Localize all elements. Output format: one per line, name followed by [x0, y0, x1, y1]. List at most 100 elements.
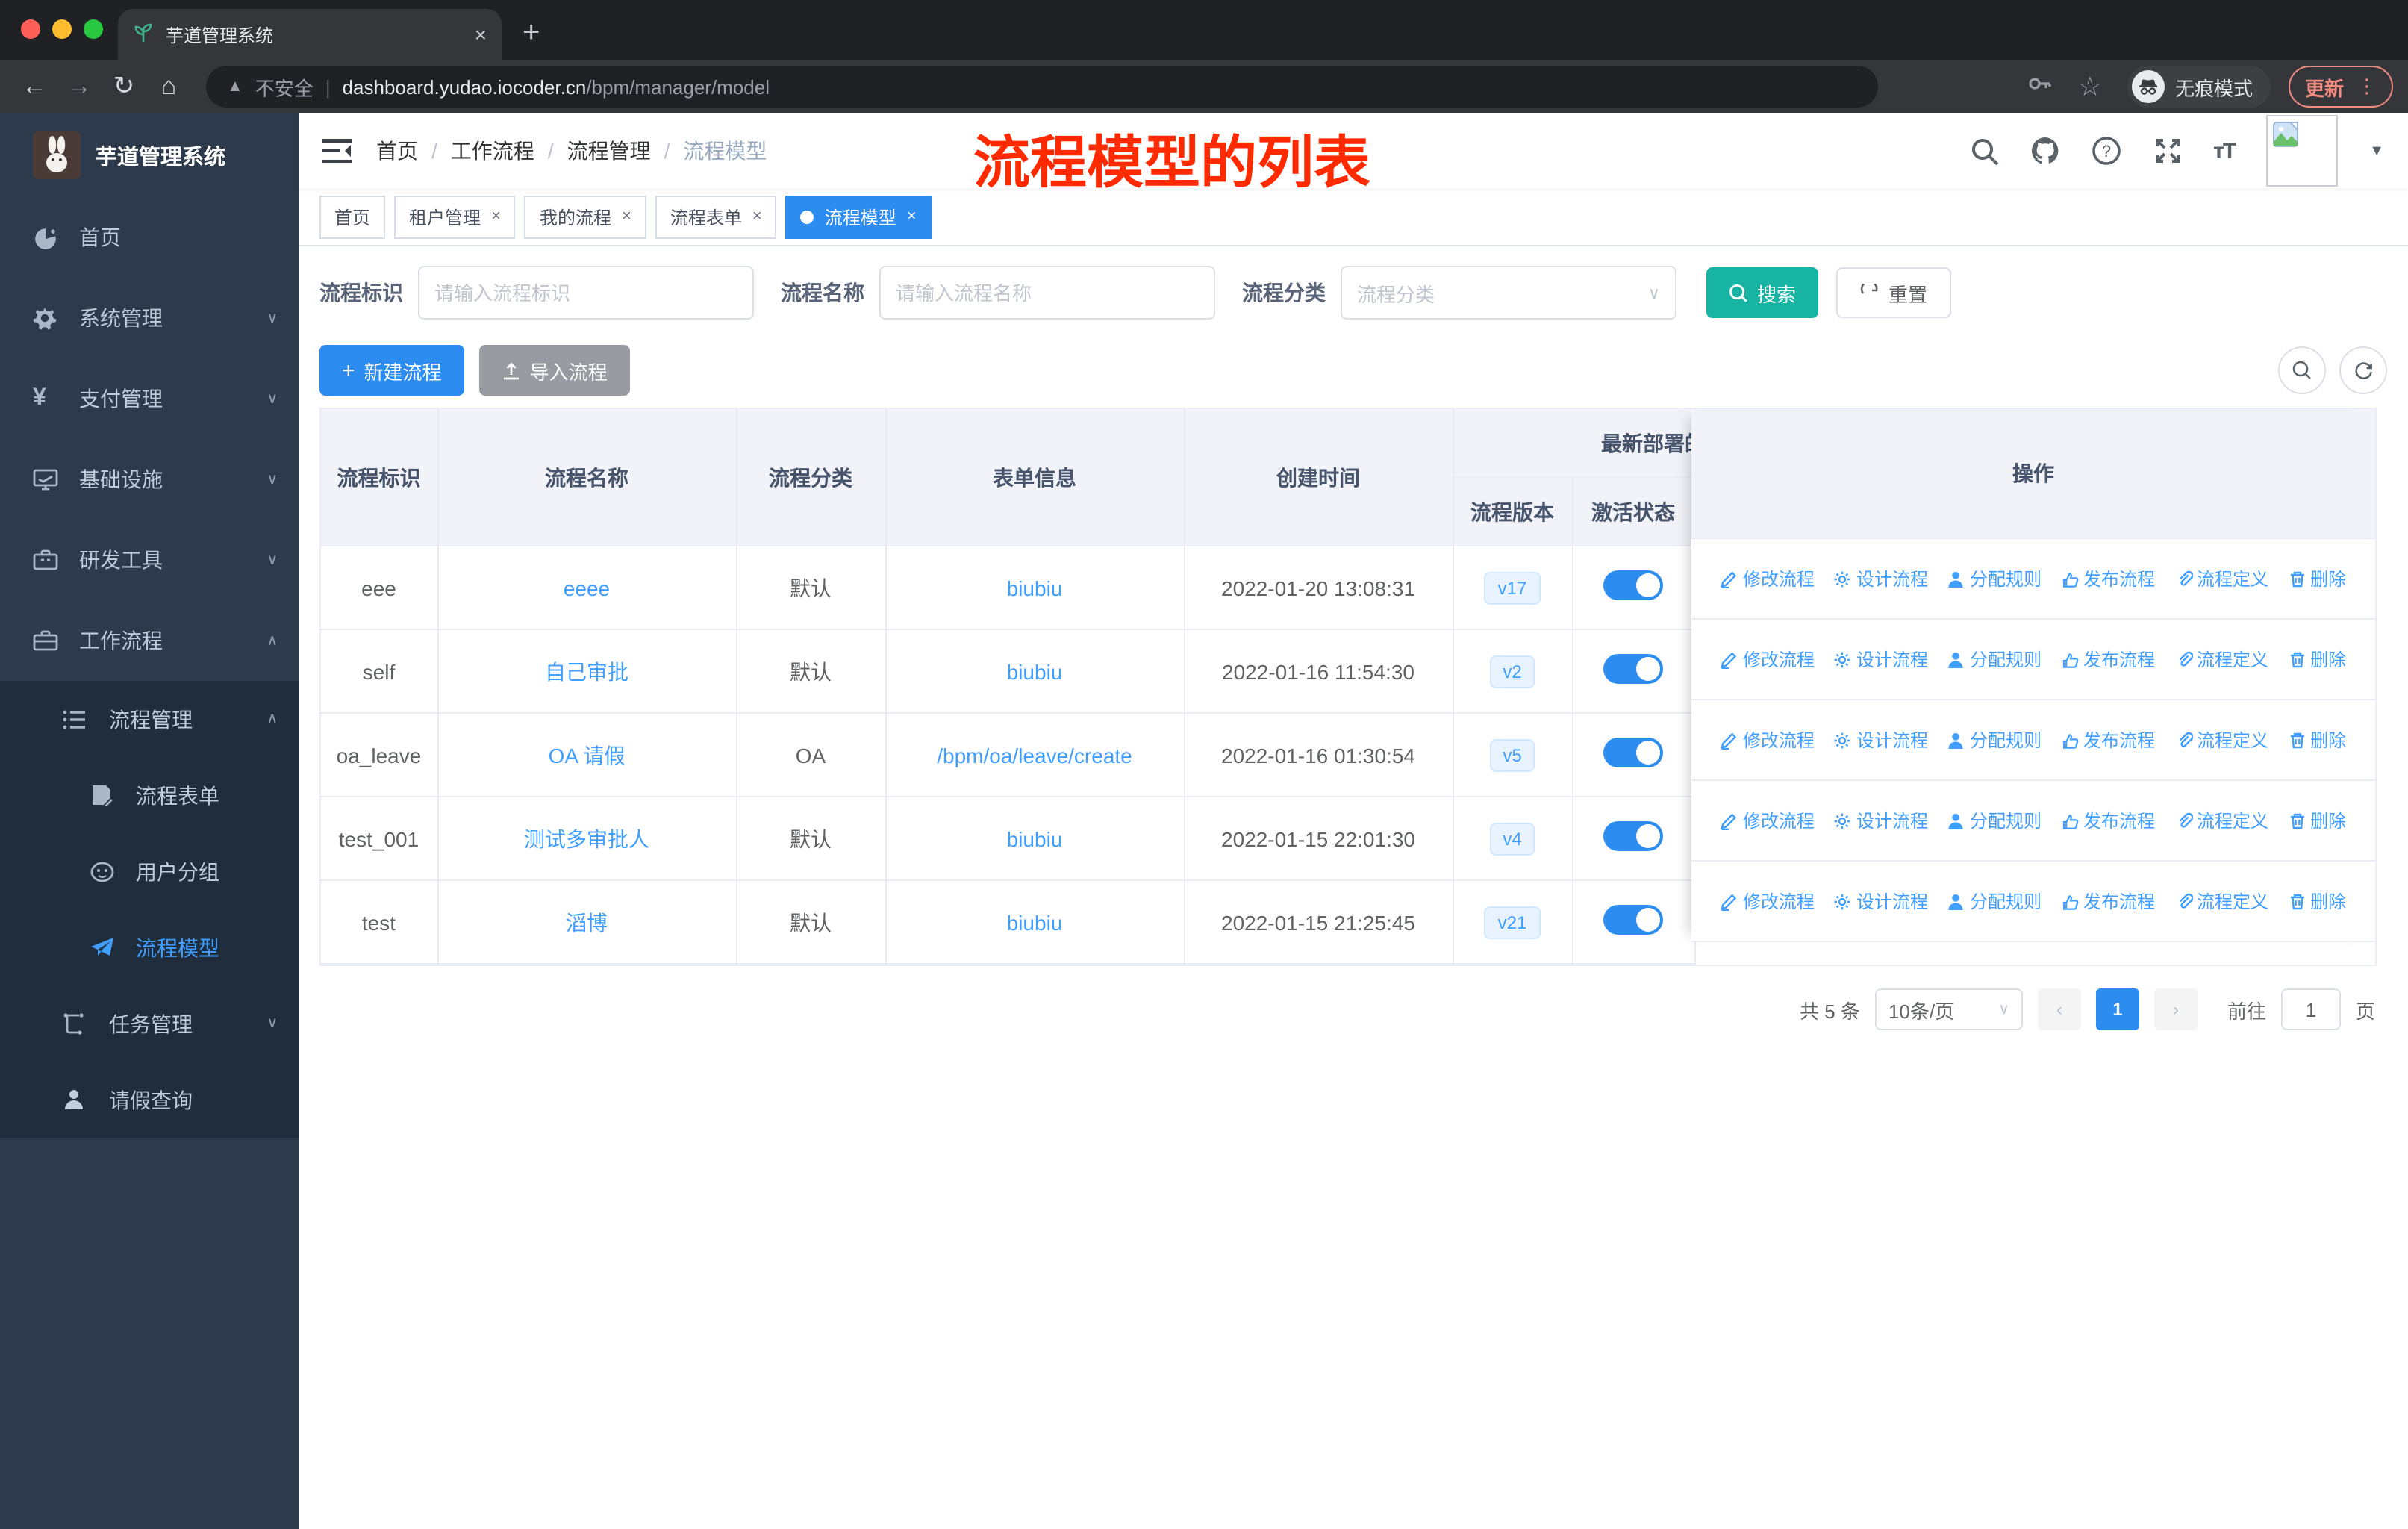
sidebar-item-payment[interactable]: ¥ 支付管理 ∨ [0, 358, 299, 439]
publish-process-link[interactable]: 发布流程 [2061, 888, 2155, 914]
reset-button[interactable]: 重置 [1836, 267, 1952, 318]
edit-process-link[interactable]: 修改流程 [1721, 647, 1815, 672]
github-icon[interactable] [2030, 136, 2059, 166]
page-size-select[interactable]: 10条/页 ∨ [1874, 988, 2023, 1030]
edit-process-link[interactable]: 修改流程 [1721, 808, 1815, 833]
process-name-link[interactable]: OA 请假 [549, 743, 626, 767]
tag-tenant[interactable]: 租户管理 × [394, 195, 516, 238]
delete-link[interactable]: 删除 [2288, 888, 2346, 914]
design-process-link[interactable]: 设计流程 [1834, 808, 1928, 833]
tag-process-model-active[interactable]: 流程模型 × [785, 195, 932, 238]
tag-close-icon[interactable]: × [491, 208, 501, 225]
assign-rule-link[interactable]: 分配规则 [1947, 888, 2042, 914]
assign-rule-link[interactable]: 分配规则 [1947, 566, 2042, 591]
address-bar[interactable]: ▲ 不安全 | dashboard.yudao.iocoder.cn/bpm/m… [206, 66, 1878, 108]
reload-icon[interactable]: ↻ [105, 72, 143, 102]
breadcrumb-item[interactable]: 流程管理 [567, 136, 651, 166]
tag-close-icon[interactable]: × [752, 208, 762, 225]
prev-page-button[interactable]: ‹ [2037, 988, 2081, 1030]
window-controls[interactable] [21, 19, 103, 39]
sidebar-item-workflow[interactable]: 工作流程 ∧ [0, 600, 299, 681]
sidebar-item-leave-query[interactable]: 请假查询 [0, 1062, 299, 1138]
page-1-button[interactable]: 1 [2095, 988, 2139, 1030]
form-info-link[interactable]: biubiu [1007, 826, 1063, 850]
search-icon[interactable] [1970, 137, 1998, 165]
browser-tab[interactable]: 芋道管理系统 × [118, 9, 502, 60]
publish-process-link[interactable]: 发布流程 [2061, 727, 2155, 753]
browser-menu-icon[interactable]: ⋮ [2357, 75, 2377, 99]
search-button[interactable]: 搜索 [1706, 267, 1819, 318]
process-name-link[interactable]: 滔博 [566, 910, 608, 934]
bookmark-star-icon[interactable]: ☆ [2071, 71, 2109, 102]
process-definition-link[interactable]: 流程定义 [2174, 647, 2268, 672]
edit-process-link[interactable]: 修改流程 [1721, 727, 1815, 753]
active-toggle[interactable] [1603, 570, 1663, 600]
form-info-link[interactable]: /bpm/oa/leave/create [937, 743, 1132, 767]
home-icon[interactable]: ⌂ [149, 72, 188, 102]
key-icon[interactable] [2026, 69, 2053, 104]
sidebar-item-home[interactable]: 首页 [0, 197, 299, 278]
process-name-link[interactable]: eeee [564, 576, 610, 600]
tag-close-icon[interactable]: × [907, 208, 917, 225]
edit-process-link[interactable]: 修改流程 [1721, 888, 1815, 914]
browser-update-button[interactable]: 更新 ⋮ [2288, 66, 2393, 108]
sidebar-collapse-icon[interactable] [322, 139, 352, 163]
active-toggle[interactable] [1603, 654, 1663, 684]
tag-process-form[interactable]: 流程表单 × [655, 195, 777, 238]
tab-close-icon[interactable]: × [475, 22, 487, 46]
sidebar-item-process-form[interactable]: 流程表单 [0, 757, 299, 833]
delete-link[interactable]: 删除 [2288, 647, 2346, 672]
process-definition-link[interactable]: 流程定义 [2174, 808, 2268, 833]
breadcrumb-item[interactable]: 工作流程 [451, 136, 534, 166]
close-window-button[interactable] [21, 19, 40, 39]
delete-link[interactable]: 删除 [2288, 727, 2346, 753]
form-info-link[interactable]: biubiu [1007, 659, 1063, 683]
assign-rule-link[interactable]: 分配规则 [1947, 727, 2042, 753]
tag-close-icon[interactable]: × [622, 208, 631, 225]
tag-home[interactable]: 首页 [319, 195, 386, 238]
forward-icon[interactable]: → [60, 72, 99, 102]
goto-page-input[interactable] [2280, 988, 2341, 1030]
assign-rule-link[interactable]: 分配规则 [1947, 808, 2042, 833]
form-info-link[interactable]: biubiu [1007, 576, 1063, 600]
create-process-button[interactable]: + 新建流程 [319, 345, 464, 396]
design-process-link[interactable]: 设计流程 [1834, 566, 1928, 591]
new-tab-button[interactable]: + [523, 16, 540, 51]
process-definition-link[interactable]: 流程定义 [2174, 727, 2268, 753]
sidebar-item-process-mgmt[interactable]: 流程管理 ∧ [0, 681, 299, 757]
process-definition-link[interactable]: 流程定义 [2174, 888, 2268, 914]
active-toggle[interactable] [1603, 821, 1663, 851]
process-name-link[interactable]: 自己审批 [545, 659, 628, 683]
process-id-input[interactable] [418, 266, 754, 320]
sidebar-item-user-group[interactable]: 用户分组 [0, 833, 299, 909]
publish-process-link[interactable]: 发布流程 [2061, 808, 2155, 833]
fullscreen-icon[interactable] [2152, 136, 2182, 166]
breadcrumb-item[interactable]: 首页 [376, 136, 418, 166]
toggle-search-icon[interactable] [2278, 346, 2326, 394]
tag-my-process[interactable]: 我的流程 × [524, 195, 646, 238]
publish-process-link[interactable]: 发布流程 [2061, 647, 2155, 672]
design-process-link[interactable]: 设计流程 [1834, 888, 1928, 914]
design-process-link[interactable]: 设计流程 [1834, 647, 1928, 672]
avatar[interactable] [2266, 115, 2339, 187]
minimize-window-button[interactable] [52, 19, 72, 39]
active-toggle[interactable] [1603, 738, 1663, 767]
edit-process-link[interactable]: 修改流程 [1721, 566, 1815, 591]
refresh-icon[interactable] [2339, 346, 2387, 394]
design-process-link[interactable]: 设计流程 [1834, 727, 1928, 753]
publish-process-link[interactable]: 发布流程 [2061, 566, 2155, 591]
back-icon[interactable]: ← [15, 72, 54, 102]
form-info-link[interactable]: biubiu [1007, 910, 1063, 934]
sidebar-item-process-model[interactable]: 流程模型 [0, 909, 299, 985]
process-definition-link[interactable]: 流程定义 [2174, 566, 2268, 591]
delete-link[interactable]: 删除 [2288, 808, 2346, 833]
sidebar-item-task-mgmt[interactable]: 任务管理 ∨ [0, 985, 299, 1062]
import-process-button[interactable]: 导入流程 [478, 345, 630, 396]
process-name-link[interactable]: 测试多审批人 [524, 826, 649, 850]
active-toggle[interactable] [1603, 905, 1663, 935]
next-page-button[interactable]: › [2153, 988, 2198, 1030]
avatar-caret-icon[interactable]: ▼ [2369, 143, 2384, 159]
sidebar-item-system[interactable]: 系统管理 ∨ [0, 278, 299, 358]
maximize-window-button[interactable] [84, 19, 103, 39]
delete-link[interactable]: 删除 [2288, 566, 2346, 591]
